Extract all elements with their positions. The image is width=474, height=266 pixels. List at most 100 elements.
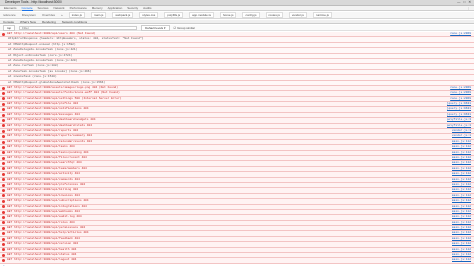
tab-network[interactable]: Network <box>54 6 65 10</box>
console-message: GET http://localhost:3000/api/activity 4… <box>7 172 80 176</box>
console-message: GET http://localhost:3000/api/subscripti… <box>7 199 89 203</box>
source-link[interactable]: main.js:112 <box>452 161 474 165</box>
error-icon <box>2 221 5 225</box>
source-link[interactable]: main.js:112 <box>452 242 474 246</box>
console-message: at ZoneDelegate.invokeTask (zone.js:421) <box>8 48 78 52</box>
tab-performance[interactable]: Performance <box>70 6 87 10</box>
tab-application[interactable]: Application <box>108 6 123 10</box>
source-link[interactable]: main.js:112 <box>452 145 474 149</box>
error-icon <box>2 237 5 241</box>
log-level-select[interactable]: Default levels ▾ <box>141 24 170 31</box>
drawer-tab-console[interactable]: Console <box>3 20 14 24</box>
source-link[interactable]: main.js:112 <box>452 167 474 171</box>
source-link[interactable]: main.js:112 <box>452 237 474 241</box>
console-message: at Zone.runTask (zone.js:188) <box>8 64 59 68</box>
tab-audits[interactable]: Audits <box>143 6 151 10</box>
console-message: GET http://localhost:3000/api/integratio… <box>7 204 87 208</box>
source-link[interactable]: zone.js:2969 <box>450 86 474 90</box>
window-title: Developer Tools - http://localhost:3000/ <box>5 0 62 5</box>
open-file-tab[interactable]: home.js <box>219 12 237 18</box>
error-icon <box>2 167 5 171</box>
source-link[interactable]: main.js:112 <box>452 156 474 160</box>
tab-elements[interactable]: Elements <box>4 6 17 10</box>
source-nav-item[interactable]: » <box>61 13 63 17</box>
error-icon <box>2 156 5 160</box>
open-file-tab[interactable]: app.module.ts <box>189 12 214 18</box>
source-link[interactable]: main.js:112 <box>452 140 474 144</box>
error-icon <box>2 145 5 149</box>
error-icon <box>2 172 5 176</box>
source-link[interactable]: main.js:112 <box>452 253 474 257</box>
devtools-tab-bar: Elements Console Sources Network Performance… <box>0 6 474 11</box>
console-message: GET http://localhost:3000/assets/images/… <box>7 85 119 89</box>
drawer-tab-network-conditions[interactable]: Network conditions <box>62 20 87 24</box>
source-link[interactable]: main.js:112 <box>452 258 474 262</box>
console-message: GET http://localhost:3000/api/users 404 … <box>7 32 96 35</box>
error-icon <box>2 91 5 95</box>
devtools-menu-icon[interactable]: ⋮ <box>467 6 474 10</box>
open-file-tab[interactable]: main.js <box>90 12 107 18</box>
source-link[interactable]: zone.js:2969 <box>450 97 474 101</box>
console-output[interactable]: GET http://localhost:3000/api/users 404 … <box>0 32 474 266</box>
error-icon <box>2 242 5 246</box>
source-nav-item[interactable]: Overrides <box>42 13 55 17</box>
source-nav-item[interactable]: reference <box>3 13 16 17</box>
open-file-tab[interactable]: routes.js <box>265 12 283 18</box>
drawer-tab-rendering[interactable]: Rendering <box>42 20 56 24</box>
source-link[interactable]: jquery.js:9631 <box>447 102 474 106</box>
source-link[interactable]: main.js:112 <box>452 172 474 176</box>
source-link[interactable]: vendor.js:1 <box>452 134 474 138</box>
tab-security[interactable]: Security <box>127 6 138 10</box>
source-link[interactable]: main.js:112 <box>452 151 474 155</box>
open-file-tab[interactable]: index.js <box>68 12 85 18</box>
source-nav-item[interactable]: Filesystem <box>22 13 36 17</box>
source-link[interactable]: main.js:112 <box>452 231 474 235</box>
error-icon <box>2 259 5 263</box>
error-icon <box>2 113 5 117</box>
open-file-tab[interactable]: vendor.js <box>288 12 307 18</box>
source-link[interactable]: main.js:112 <box>452 205 474 209</box>
window-controls[interactable]: — □ ✕ <box>457 0 472 4</box>
error-icon <box>2 199 5 203</box>
console-message: GET http://localhost:3000/api/webhooks 4… <box>7 209 80 213</box>
console-message: GET http://localhost:3000/api/feedback 4… <box>7 236 80 240</box>
source-link[interactable]: main.js:112 <box>452 188 474 192</box>
open-file-tab[interactable]: runtime.js <box>312 12 332 18</box>
open-file-tab[interactable]: styles.css <box>139 12 159 18</box>
console-message: GET http://localhost:3000/api/tasks/pend… <box>7 150 89 154</box>
source-link[interactable]: main.js:112 <box>452 248 474 252</box>
source-link[interactable]: zone.js:2969 <box>450 32 474 36</box>
source-link[interactable]: main.js:112 <box>452 215 474 219</box>
console-filter-input[interactable] <box>19 25 138 30</box>
console-message: GET http://localhost:3000/api/roles 404 <box>7 220 75 224</box>
source-link[interactable]: vendor.js:1 <box>452 129 474 133</box>
source-link[interactable]: main.js:112 <box>452 221 474 225</box>
source-link[interactable]: main.js:112 <box>452 210 474 214</box>
error-icon <box>2 248 5 252</box>
group-similar-checkbox[interactable]: ☑ Group similar <box>174 26 195 30</box>
error-icon <box>2 118 5 122</box>
source-link[interactable]: polyfills.js:3 <box>447 124 474 128</box>
source-link[interactable]: main.js:112 <box>452 183 474 187</box>
context-selector[interactable]: top <box>3 24 16 31</box>
source-link[interactable]: jquery.js:9631 <box>447 113 474 117</box>
source-link[interactable]: main.js:112 <box>452 226 474 230</box>
tab-console[interactable]: Console <box>21 6 33 11</box>
error-icon <box>2 135 5 139</box>
console-message: at ZoneDelegate.invokeTask (zone.js:420) <box>8 58 78 62</box>
tab-sources[interactable]: Sources <box>38 6 49 10</box>
tab-memory[interactable]: Memory <box>92 6 103 10</box>
source-link[interactable]: jquery.js:9631 <box>447 107 474 111</box>
error-icon <box>2 232 5 236</box>
source-link[interactable]: main.js:112 <box>452 199 474 203</box>
drawer-tab-what-s-new[interactable]: What's New <box>20 20 36 24</box>
source-link[interactable]: zone.js:2969 <box>450 91 474 95</box>
open-file-tab[interactable]: polyfills.js <box>164 12 184 18</box>
source-link[interactable]: polyfills.js:3 <box>447 118 474 122</box>
console-message: at XMLHttpRequest.onLoad (http.js:1592) <box>8 42 76 46</box>
console-message: GET http://localhost:3000/api/status 404 <box>7 253 77 257</box>
source-link[interactable]: main.js:112 <box>452 178 474 182</box>
open-file-tab[interactable]: config.js <box>242 12 260 18</box>
open-file-tab[interactable]: webpack.js <box>112 12 134 18</box>
source-link[interactable]: main.js:112 <box>452 194 474 198</box>
